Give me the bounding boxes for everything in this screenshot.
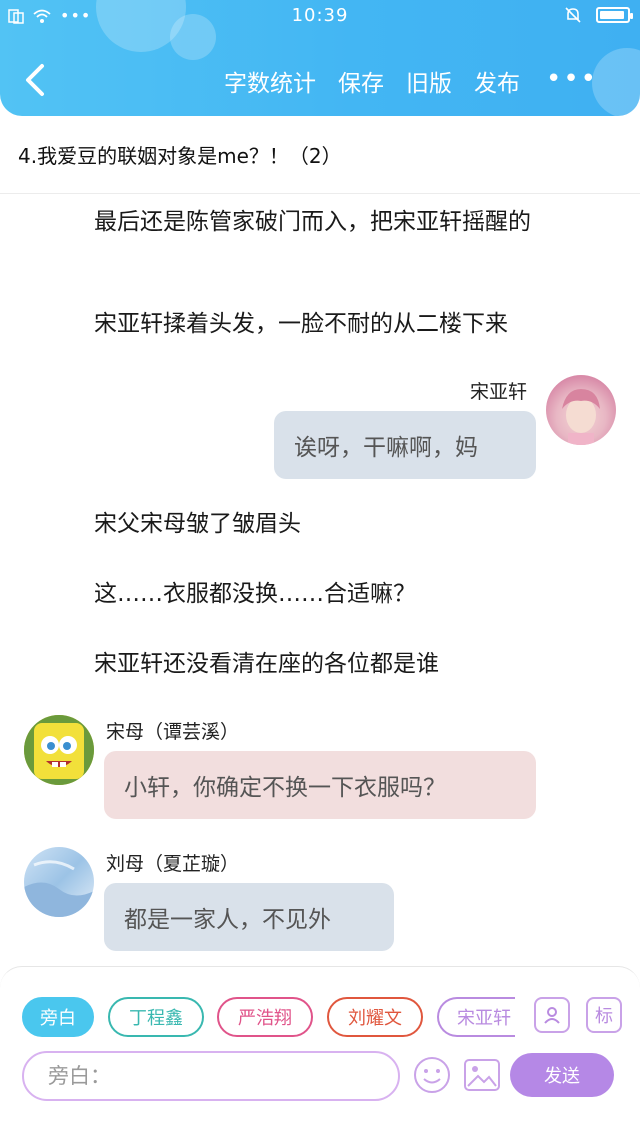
character-chip-song-yaxuan[interactable]: 宋亚轩 xyxy=(437,997,515,1037)
picture-icon[interactable] xyxy=(462,1055,502,1095)
narration-paragraph[interactable]: 宋父宋母皱了皱眉头 xyxy=(38,501,618,547)
status-time: 10:39 xyxy=(291,5,349,26)
publish-button[interactable]: 发布 xyxy=(474,64,520,98)
tag-icon[interactable]: 标 xyxy=(586,997,622,1033)
old-version-button[interactable]: 旧版 xyxy=(406,64,452,98)
save-button[interactable]: 保存 xyxy=(338,64,384,98)
pink-hair-avatar[interactable] xyxy=(546,375,616,445)
story-content: 最后还是陈管家破门而入，把宋亚轩摇醒的 宋亚轩揉着头发，一脸不耐的从二楼下来 宋… xyxy=(0,195,640,965)
chat-bubble[interactable]: 都是一家人，不见外 xyxy=(104,883,394,951)
chat-bubble[interactable]: 小轩，你确定不换一下衣服吗？ xyxy=(104,751,536,819)
message-composer: 旁白 丁程鑫 严浩翔 刘耀文 宋亚轩 标 发送 xyxy=(0,966,640,1138)
narration-paragraph[interactable]: 宋亚轩揉着头发，一脸不耐的从二楼下来 xyxy=(38,301,618,347)
person-card-icon[interactable] xyxy=(534,997,570,1033)
character-chip-liu-yaowen[interactable]: 刘耀文 xyxy=(327,997,423,1037)
smiley-icon[interactable] xyxy=(412,1055,452,1095)
narration-paragraph[interactable]: 最后还是陈管家破门而入，把宋亚轩摇醒的 xyxy=(38,199,618,245)
character-chip-narrator[interactable]: 旁白 xyxy=(22,997,94,1037)
chapter-title[interactable]: 4.我爱豆的联姻对象是me？！（2） xyxy=(0,128,640,194)
top-header: ••• 10:39 字数统计 保存 旧版 发布 ••• xyxy=(0,0,640,116)
word-count-button[interactable]: 字数统计 xyxy=(224,64,316,98)
character-chip-ding-chengxin[interactable]: 丁程鑫 xyxy=(108,997,204,1037)
narration-paragraph[interactable]: 宋亚轩还没看清在座的各位都是谁 xyxy=(38,641,618,687)
more-options-icon[interactable]: ••• xyxy=(546,64,598,94)
speaker-name: 宋母（谭芸溪） xyxy=(106,721,240,743)
blue-sky-avatar[interactable] xyxy=(24,847,94,917)
decorative-bubble xyxy=(592,48,640,116)
speaker-name: 宋亚轩 xyxy=(470,381,528,403)
character-chip-yan-haoxiang[interactable]: 严浩翔 xyxy=(217,997,313,1037)
header-actions: 字数统计 保存 旧版 发布 xyxy=(224,64,520,98)
status-bar: ••• 10:39 xyxy=(0,0,640,34)
spongebob-avatar[interactable] xyxy=(24,715,94,785)
back-arrow-icon[interactable] xyxy=(18,60,54,100)
chat-bubble[interactable]: 诶呀，干嘛啊，妈 xyxy=(274,411,536,479)
send-button[interactable]: 发送 xyxy=(510,1053,614,1097)
status-right-icons xyxy=(564,6,633,24)
battery-icon xyxy=(596,7,633,23)
message-input[interactable] xyxy=(22,1051,400,1101)
narration-paragraph[interactable]: 这……衣服都没换……合适嘛？ xyxy=(38,571,618,617)
mute-bell-icon xyxy=(565,7,581,23)
speaker-name: 刘母（夏芷璇） xyxy=(106,853,240,875)
